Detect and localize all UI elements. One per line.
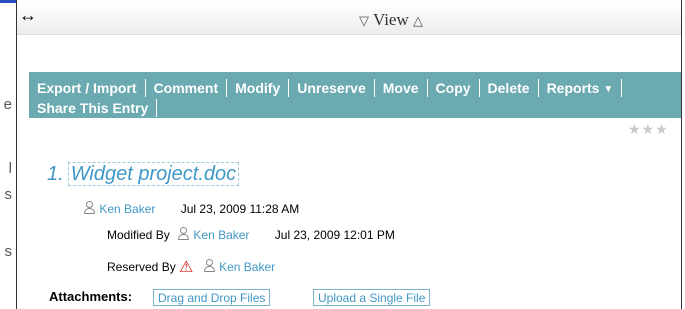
divider <box>288 79 290 97</box>
reports-menu[interactable]: Reports ▼ <box>547 80 614 96</box>
divider <box>373 79 375 97</box>
divider <box>478 79 480 97</box>
user-icon <box>83 201 96 215</box>
reserved-row: Reserved By ⚠ Ken Baker <box>107 257 275 277</box>
modifier-link[interactable]: Ken Baker <box>193 228 249 242</box>
entry-title-link[interactable]: Widget project.doc <box>67 162 240 186</box>
resize-icon[interactable]: ↔ <box>19 5 37 26</box>
rating-stars-icon[interactable]: ★★★ <box>628 121 669 138</box>
reports-label[interactable]: Reports <box>547 80 600 96</box>
divider <box>144 79 146 97</box>
background-link-underline <box>0 0 16 3</box>
unreserve-link[interactable]: Unreserve <box>297 80 366 96</box>
drag-drop-button[interactable]: Drag and Drop Files <box>153 289 271 306</box>
upload-file-button[interactable]: Upload a Single File <box>313 289 431 306</box>
action-toolbar-row: Share This Entry <box>37 99 165 117</box>
divider <box>426 79 428 97</box>
dropdown-arrow-icon[interactable]: ▼ <box>603 84 613 95</box>
divider <box>621 79 623 97</box>
user-icon <box>203 259 216 273</box>
divider <box>226 79 228 97</box>
export-import-link[interactable]: Export / Import <box>37 80 137 96</box>
entry-title[interactable]: 1. Widget project.doc <box>47 162 240 186</box>
reserver-link[interactable]: Ken Baker <box>219 260 275 274</box>
entry-number: 1. <box>47 163 64 185</box>
background-text-fragment: l <box>8 160 12 177</box>
action-toolbar: Export / Import Comment Modify Unreserve Mov… <box>29 72 681 118</box>
expand-down-icon[interactable]: ▽ <box>359 13 369 28</box>
created-row: Ken Baker Jul 23, 2009 11:28 AM <box>83 201 299 216</box>
view-label[interactable]: View <box>373 10 409 29</box>
delete-link[interactable]: Delete <box>488 80 530 96</box>
modified-row: Modified By Ken Baker Jul 23, 2009 12:01… <box>107 227 395 242</box>
attachments-label: Attachments: <box>49 289 133 304</box>
collapse-up-icon[interactable]: △ <box>413 13 423 28</box>
move-link[interactable]: Move <box>383 80 419 96</box>
panel-header: ↔ ▽ View △ <box>17 4 681 35</box>
background-text-fragment: s <box>4 243 13 260</box>
background-text-fragment: s <box>4 186 13 203</box>
warning-icon: ⚠ <box>179 259 194 276</box>
entry-panel: ↔ ▽ View △ Export / Import Comment Modify U… <box>16 0 682 309</box>
modified-date: Jul 23, 2009 12:01 PM <box>274 228 395 242</box>
copy-link[interactable]: Copy <box>436 80 471 96</box>
creator-link[interactable]: Ken Baker <box>99 202 155 216</box>
user-icon <box>177 227 190 241</box>
background-text-fragment: e <box>3 96 12 113</box>
divider <box>537 79 539 97</box>
share-entry-link[interactable]: Share This Entry <box>37 100 148 116</box>
created-date: Jul 23, 2009 11:28 AM <box>180 202 300 216</box>
divider <box>156 99 158 117</box>
action-toolbar-row: Export / Import Comment Modify Unreserve Mov… <box>37 79 630 97</box>
view-toggle[interactable]: ▽ View △ <box>359 10 423 30</box>
background-page-edge: e l s s <box>0 0 16 309</box>
modified-label: Modified By <box>107 228 170 242</box>
reserved-label: Reserved By <box>107 260 176 274</box>
comment-link[interactable]: Comment <box>154 80 219 96</box>
modify-link[interactable]: Modify <box>235 80 280 96</box>
